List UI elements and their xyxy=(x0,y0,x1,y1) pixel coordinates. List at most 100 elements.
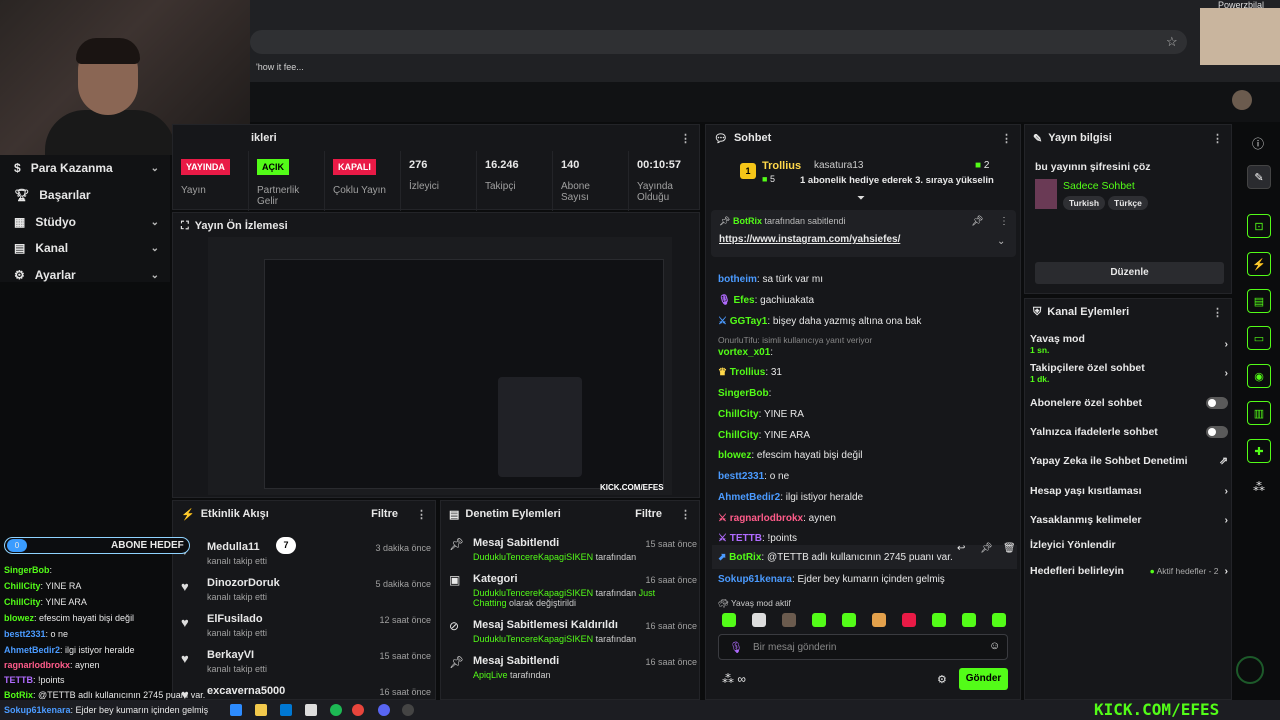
action-goals[interactable]: Hedefleri belirleyin ● Aktif hedefler - 2… xyxy=(1030,561,1228,581)
chrome-icon[interactable] xyxy=(352,704,364,716)
chevron-right-icon: › xyxy=(1224,514,1229,526)
layout-icon[interactable]: ▥ xyxy=(1247,401,1271,425)
action-ai-moderation[interactable]: Yapay Zeka ile Sohbet Denetimi ⇗ xyxy=(1030,451,1228,471)
list-item[interactable]: ♥ excaverna5000 16 saat önce xyxy=(181,683,431,702)
sidebar-item-basarilar[interactable]: 🏆︎ Başarılar xyxy=(14,185,159,205)
list-item[interactable]: ♥ DinozorDoruk kanalı takip etti 5 dakika ö… xyxy=(181,575,431,609)
action-account-age[interactable]: Hesap yaşı kısıtlaması › xyxy=(1030,481,1228,501)
edit-icon[interactable]: ✎ xyxy=(1247,165,1271,189)
rank-badge: 1 xyxy=(740,163,756,179)
taskbar-app-icon[interactable] xyxy=(402,704,414,716)
more-icon[interactable]: ⋮ xyxy=(1001,132,1012,145)
toggle-switch[interactable] xyxy=(1206,426,1228,438)
emote-6[interactable] xyxy=(872,613,886,627)
action-followers-only[interactable]: Takipçilere özel sohbet 1 dk. › xyxy=(1030,362,1228,388)
category-name[interactable]: Sadece Sohbet xyxy=(1063,180,1135,192)
more-icon[interactable]: ⋮ xyxy=(416,508,427,521)
pip-label: Powerzbilal xyxy=(1218,0,1265,10)
address-bar[interactable] xyxy=(250,30,1187,54)
more-icon[interactable]: ⋮ xyxy=(999,216,1009,227)
emote-10[interactable] xyxy=(992,613,1006,627)
send-button[interactable]: Gönder xyxy=(959,668,1008,690)
sidebar-item-para-kazanma[interactable]: $ Para Kazanma ⌄ xyxy=(14,158,159,178)
apps-icon[interactable]: ⁂ xyxy=(1253,480,1265,494)
chat-icon[interactable]: ▭ xyxy=(1247,326,1271,350)
stats-header: ikleri ⋮ xyxy=(251,132,691,145)
broadcast-icon[interactable]: ◉ xyxy=(1247,364,1271,388)
action-banned-words[interactable]: Yasaklanmış kelimeler › xyxy=(1030,510,1228,530)
list-item[interactable]: ♥Medulla11kanalı takip etti3 dakika önce xyxy=(181,539,431,573)
spotify-icon[interactable] xyxy=(330,704,342,716)
edit-button[interactable]: Düzenle xyxy=(1035,262,1224,284)
reply-icon[interactable]: ↩ xyxy=(957,543,965,554)
action-emote-only[interactable]: Yalnızca ifadelerle sohbet xyxy=(1030,422,1228,442)
screen-icon[interactable]: ⊡ xyxy=(1247,214,1271,238)
taskbar-app-icon[interactable] xyxy=(230,704,242,716)
info-icon[interactable]: ⓘ xyxy=(1252,135,1264,152)
taskbar-app-icon[interactable] xyxy=(255,704,267,716)
stat-abone: 140 Abone Sayısı xyxy=(553,151,629,211)
list-item[interactable]: 📌︎ Mesaj Sabitlendi DudukluTencereKapagiSI… xyxy=(449,537,697,573)
chat-input[interactable]: 🎙︎ Bir mesaj gönderin ☺ xyxy=(718,634,1008,660)
more-icon[interactable]: ⋮ xyxy=(1212,306,1223,319)
channel-icon: ▤ xyxy=(14,241,26,255)
star-icon[interactable]: ☆ xyxy=(1166,34,1178,50)
tab-hint-text: 'how it fee... xyxy=(256,62,304,72)
tag-chip[interactable]: Turkish xyxy=(1063,196,1106,210)
wrench-icon[interactable]: ✚ xyxy=(1247,439,1271,463)
list-item[interactable]: ▣ Kategori DudukluTencereKapagiSIKEN taraf… xyxy=(449,573,697,617)
sidebar-item-studyo[interactable]: ▦ Stüdyo ⌄ xyxy=(14,212,159,232)
points-icon[interactable]: ⁂ ∞ xyxy=(722,672,746,686)
taskbar-app-icon[interactable] xyxy=(305,704,317,716)
heart-icon: ♥ xyxy=(181,651,189,666)
list-item[interactable]: ♥ ElFusilado kanalı takip etti 12 saat önce xyxy=(181,611,431,645)
chevron-down-icon[interactable]: ⌄ xyxy=(997,236,1005,247)
emote-2[interactable] xyxy=(752,613,766,627)
pinned-link[interactable]: https://www.instagram.com/yahsiefes/ xyxy=(719,234,900,245)
avatar[interactable] xyxy=(1232,90,1252,110)
list-item[interactable]: 📌︎ Mesaj Sabitlendi ApiqLive tarafından 16 … xyxy=(449,655,697,691)
chevron-down-icon: ⌄ xyxy=(150,242,159,254)
stat-yayin: YAYINDA Yayın xyxy=(173,151,249,211)
action-slow-mode[interactable]: Yavaş mod 1 sn. › xyxy=(1030,333,1228,359)
tag-chip[interactable]: Türkçe xyxy=(1108,196,1148,210)
chat-message: ChillCity: YINE ARA xyxy=(718,430,811,441)
emote-8[interactable] xyxy=(932,613,946,627)
emote-1[interactable] xyxy=(722,613,736,627)
chevron-right-icon: › xyxy=(1224,485,1229,497)
emote-3[interactable] xyxy=(782,613,796,627)
action-subscribers-only[interactable]: Abonelere özel sohbet xyxy=(1030,393,1228,413)
chat-message: bestt2331: o ne xyxy=(718,471,790,482)
sidebar-item-kanal[interactable]: ▤ Kanal ⌄ xyxy=(14,238,159,258)
gear-icon[interactable]: ⚙ xyxy=(937,673,947,686)
toggle-switch[interactable] xyxy=(1206,397,1228,409)
stream-preview-video[interactable]: KICK.COM/EFES xyxy=(208,237,672,495)
filter-button[interactable]: Filtre xyxy=(635,508,662,520)
discord-icon[interactable] xyxy=(378,704,390,716)
emoji-icon[interactable]: ☺ xyxy=(989,640,1000,652)
unpin-icon[interactable]: 📌︎ xyxy=(971,216,984,227)
filter-button[interactable]: Filtre xyxy=(371,508,398,520)
pinned-message[interactable]: 📌︎ BotRix tarafından sabitlendi https://… xyxy=(711,210,1016,257)
bolt-icon[interactable]: ⚡ xyxy=(1247,252,1271,276)
emote-9[interactable] xyxy=(962,613,976,627)
emote-5[interactable] xyxy=(842,613,856,627)
chat-message: blowez: efescim hayati bişi değil xyxy=(718,450,863,461)
more-icon[interactable]: ⋮ xyxy=(680,508,691,521)
delete-icon[interactable]: 🗑︎ xyxy=(1003,543,1016,554)
list-item[interactable]: ♥ BerkayVI kanalı takip etti 15 saat önce xyxy=(181,647,431,681)
list-item[interactable]: ⊘ Mesaj Sabitlemesi Kaldırıldı DudukluTenc… xyxy=(449,619,697,655)
chat-message: Sokup61kenara: Ejder bey kumarın içinden… xyxy=(718,574,945,585)
taskbar-app-icon[interactable] xyxy=(280,704,292,716)
document-icon[interactable]: ▤ xyxy=(1247,289,1271,313)
activity-panel: ⚡Etkinlik AkışıFiltre⋮ ♥Medulla11kanalı … xyxy=(172,500,436,702)
more-icon[interactable]: ⋮ xyxy=(1212,132,1223,145)
pin-icon[interactable]: 📌︎ xyxy=(980,543,993,554)
emote-7[interactable] xyxy=(902,613,916,627)
sidebar-item-ayarlar[interactable]: ⚙ Ayarlar ⌄ xyxy=(14,265,159,285)
more-icon[interactable]: ⋮ xyxy=(680,132,691,145)
emote-4[interactable] xyxy=(812,613,826,627)
pip-video xyxy=(1200,8,1280,65)
expand-icon[interactable]: ⏷ xyxy=(857,193,865,204)
action-raid[interactable]: İzleyici Yönlendir xyxy=(1030,535,1228,555)
